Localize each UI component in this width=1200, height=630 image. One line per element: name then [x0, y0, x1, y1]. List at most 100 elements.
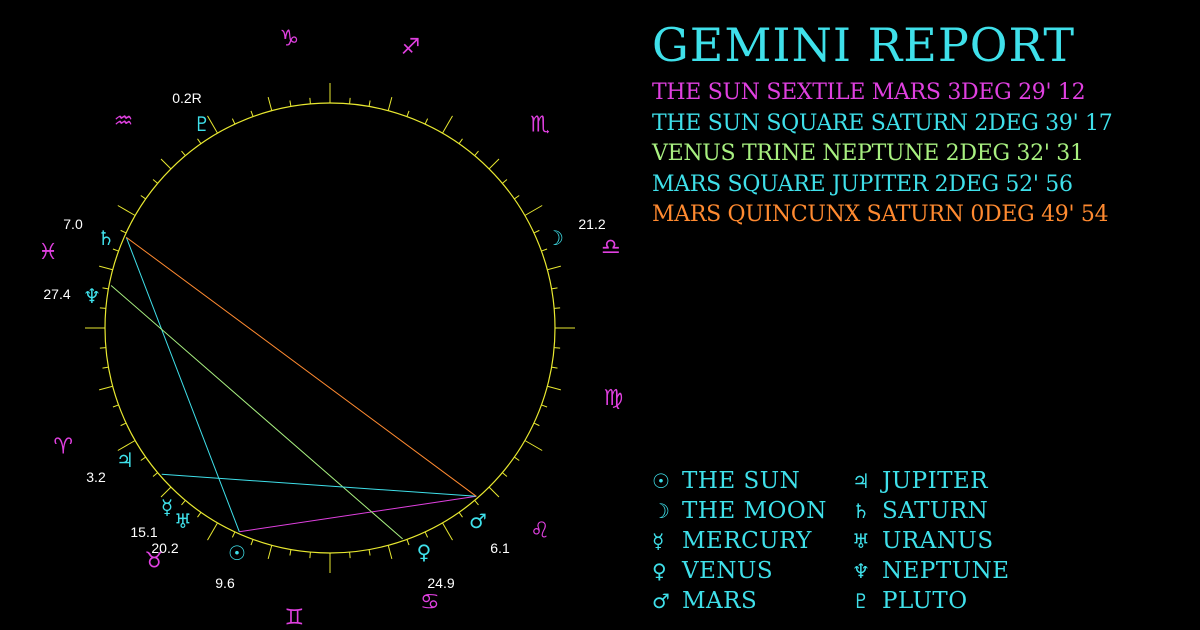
wheel-tick: [99, 347, 106, 349]
aspect-item: VENUS TRINE NEPTUNE 2DEG 32' 31: [652, 141, 1084, 166]
legend-label: NEPTUNE: [882, 558, 1010, 584]
wheel-tick: [547, 385, 561, 391]
pluto-degree-label: 0.2R: [172, 90, 202, 106]
mars-icon: ♂: [652, 589, 670, 613]
leo-sign-icon: ♌: [530, 518, 550, 543]
wheel-tick: [250, 110, 254, 117]
report-title: GEMINI REPORT: [652, 18, 1076, 72]
wheel-tick: [551, 366, 558, 369]
aspect-item: THE SUN SEXTILE MARS 3DEG 29' 12: [652, 80, 1086, 105]
aquarius-sign-icon: ♒: [114, 109, 134, 134]
pluto-icon: ♇: [852, 589, 870, 613]
venus-degree-label: 24.9: [427, 575, 454, 591]
legend-item-moon: ☽ THE MOON: [650, 496, 850, 526]
wheel-tick: [349, 552, 351, 559]
wheel-tick: [102, 366, 109, 369]
wheel-tick: [547, 265, 561, 271]
wheel-tick: [424, 118, 429, 125]
wheel-tick: [309, 97, 311, 104]
wheel-tick: [488, 486, 500, 498]
wheel-tick: [250, 539, 254, 546]
wheel-tick: [541, 404, 548, 408]
wheel-tick: [474, 500, 479, 506]
sun-icon: ☉: [228, 541, 246, 565]
wheel-tick: [181, 150, 186, 156]
wheel-tick: [267, 545, 273, 559]
neptune-degree-label: 27.4: [43, 286, 70, 302]
jupiter-icon: ♃: [116, 448, 134, 472]
wheel-tick: [197, 138, 202, 144]
wheel-tick: [152, 179, 158, 184]
moon-degree-label: 21.2: [578, 216, 605, 232]
sun-icon: ☉: [652, 469, 670, 493]
wheel-tick: [99, 265, 113, 271]
wheel-tick: [140, 456, 146, 461]
aspect-item: MARS QUINCUNX SATURN 0DEG 49' 54: [652, 202, 1109, 227]
wheel-tick: [267, 97, 273, 111]
capricorn-sign-icon: ♑: [279, 26, 299, 51]
wheel-tick: [424, 531, 429, 538]
wheel-tick: [99, 385, 113, 391]
aspect-line-mars-saturn: [125, 236, 477, 497]
wheel-tick: [112, 404, 119, 408]
neptune-icon: ♆: [852, 559, 870, 583]
wheel-tick: [458, 512, 463, 518]
moon-icon: ☽: [546, 226, 564, 250]
wheel-tick: [502, 472, 508, 477]
legend-label: VENUS: [682, 558, 774, 584]
wheel-tick: [458, 138, 463, 144]
wheel-ticks: [85, 83, 575, 573]
wheel-tick: [160, 158, 172, 170]
planet-markers: ♇ 0.2R ☽ 21.2 ♄ 7.0 ♆ 27.4 ♃ 3.2 ☿15.1 ♅ 20.2 ☉ 9.6 ♀ 24…: [43, 90, 605, 591]
planet-legend: ☉ THE SUN ♃ JUPITER ☽ THE MOON ♄ SATURN ☿ MER…: [650, 466, 1050, 616]
wheel-tick: [349, 97, 351, 104]
aspect-line-sun-mars: [239, 495, 477, 533]
gemini-sign-icon: ♊: [285, 605, 305, 630]
legend-item-jupiter: ♃ JUPITER: [850, 466, 1050, 496]
wheel-tick: [231, 118, 236, 125]
wheel-tick: [554, 307, 561, 309]
wheel-tick: [514, 456, 520, 461]
venus-icon: ♀: [417, 540, 432, 564]
saturn-icon: ♄: [97, 226, 115, 250]
legend-item-neptune: ♆ NEPTUNE: [850, 556, 1050, 586]
wheel-tick: [197, 512, 202, 518]
wheel-tick: [406, 539, 410, 546]
wheel-tick: [551, 287, 558, 290]
mercury-icon: ☿: [652, 529, 665, 553]
neptune-icon: ♆: [83, 284, 101, 308]
wheel-tick: [117, 205, 136, 216]
legend-item-pluto: ♇ PLUTO: [850, 586, 1050, 616]
venus-icon: ♀: [652, 559, 667, 583]
wheel-tick: [120, 422, 127, 427]
jupiter-icon: ♃: [852, 469, 870, 493]
legend-item-mars: ♂ MARS: [650, 586, 850, 616]
wheel-tick: [488, 158, 500, 170]
wheel-tick: [533, 422, 540, 427]
uranus-icon: ♅: [174, 509, 192, 533]
pisces-sign-icon: ♓: [38, 240, 58, 265]
saturn-degree-label: 7.0: [63, 216, 83, 232]
pluto-icon: ♇: [193, 112, 211, 136]
mars-degree-label: 6.1: [490, 540, 510, 556]
legend-label: THE SUN: [682, 468, 801, 494]
wheel-tick: [387, 97, 393, 111]
wheel-tick: [207, 522, 218, 541]
uranus-icon: ♅: [852, 529, 870, 553]
wheel-tick: [309, 552, 311, 559]
wheel-tick: [289, 100, 292, 107]
wheel-tick: [554, 347, 561, 349]
legend-item-mercury: ☿ MERCURY: [650, 526, 850, 556]
aspect-item: MARS SQUARE JUPITER 2DEG 52' 56: [652, 171, 1073, 197]
legend-label: THE MOON: [682, 498, 827, 524]
mercury-icon: ☿: [161, 495, 173, 519]
legend-item-saturn: ♄ SATURN: [850, 496, 1050, 526]
mercury-degree-label: 15.1: [130, 524, 157, 540]
aspect-line-venus-neptune: [110, 285, 403, 540]
wheel-ring: [104, 102, 556, 554]
wheel-tick: [387, 545, 393, 559]
wheel-tick: [474, 150, 479, 156]
natal-chart-wheel: ♑ ♐♏♎♍♌♋♊♉♈♓♒ ♇0.2R☽21.2♄7.0♆27.4♃3.2☿15.…: [38, 26, 623, 630]
wheel-tick: [502, 179, 508, 184]
wheel-tick: [140, 195, 146, 200]
